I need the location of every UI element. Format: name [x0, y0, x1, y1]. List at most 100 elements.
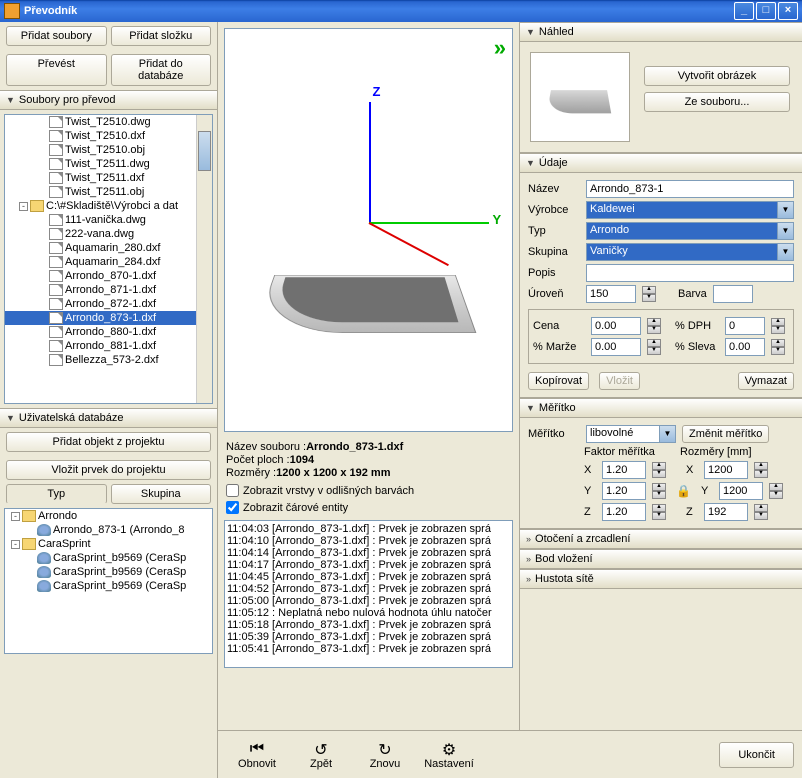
files-tree[interactable]: Twist_T2510.dwgTwist_T2510.dxfTwist_T251… — [4, 114, 213, 404]
name-input[interactable] — [586, 180, 794, 198]
props-header[interactable]: ▼Údaje — [520, 153, 802, 173]
maximize-button[interactable]: □ — [756, 2, 776, 20]
viewport-3d[interactable]: » Z Y — [224, 28, 513, 432]
db-tree[interactable]: -ArrondoArrondo_873-1 (Arrondo_8-CaraSpr… — [4, 508, 213, 654]
from-file-button[interactable]: Ze souboru... — [644, 92, 790, 112]
lock-icon[interactable]: 🔒 — [672, 484, 695, 498]
thumbnail — [530, 52, 630, 142]
add-files-button[interactable]: Přidat soubory — [6, 26, 107, 46]
file-item[interactable]: Aquamarin_280.dxf — [5, 241, 212, 255]
title-bar: Převodník _ □ × — [0, 0, 802, 22]
delete-button[interactable]: Vymazat — [738, 372, 794, 390]
undo-button[interactable]: ↺Zpět — [290, 735, 352, 775]
tab-skupina[interactable]: Skupina — [111, 484, 212, 504]
scale-select[interactable]: libovolné▼ — [586, 425, 676, 443]
margin-input[interactable] — [591, 338, 641, 356]
chevron-down-icon: ▼ — [777, 244, 793, 260]
log-line: 11:05:39 [Arrondo_873-1.dxf] : Prvek je … — [227, 631, 510, 643]
redo-button[interactable]: ↻Znovu — [354, 735, 416, 775]
axis-y — [369, 222, 489, 224]
chevron-down-icon: ▼ — [526, 158, 535, 168]
exit-button[interactable]: Ukončit — [719, 742, 794, 768]
log-line: 11:05:18 [Arrondo_873-1.dxf] : Prvek je … — [227, 619, 510, 631]
db-item[interactable]: -CaraSprint — [5, 537, 212, 551]
type-select[interactable]: Arrondo▼ — [586, 222, 794, 240]
add-to-db-button[interactable]: Přidat do databáze — [111, 54, 212, 86]
fy-input[interactable] — [602, 482, 646, 500]
refresh-button[interactable]: ⏮Obnovit — [226, 735, 288, 775]
dx-input[interactable] — [704, 461, 748, 479]
files-panel-header[interactable]: ▼Soubory pro převod — [0, 90, 217, 110]
add-folder-button[interactable]: Přidat složku — [111, 26, 212, 46]
insertion-header[interactable]: »Bod vložení — [520, 549, 802, 569]
create-image-button[interactable]: Vytvořit obrázek — [644, 66, 790, 86]
settings-button[interactable]: ⚙Nastavení — [418, 735, 480, 775]
log-line: 11:05:00 [Arrondo_873-1.dxf] : Prvek je … — [227, 595, 510, 607]
db-item[interactable]: CaraSprint_b9569 (CeraSp — [5, 565, 212, 579]
disc-input[interactable] — [725, 338, 765, 356]
chevron-down-icon: ▼ — [526, 27, 535, 37]
file-item[interactable]: Twist_T2510.dwg — [5, 115, 212, 129]
file-item[interactable]: Arrondo_870-1.dxf — [5, 269, 212, 283]
next-icon[interactable]: » — [494, 35, 506, 61]
log-line: 11:04:17 [Arrondo_873-1.dxf] : Prvek je … — [227, 559, 510, 571]
scale-header[interactable]: ▼Měřítko — [520, 398, 802, 418]
gear-icon: ⚙ — [442, 740, 456, 758]
file-item[interactable]: Arrondo_873-1.dxf — [5, 311, 212, 325]
log-line: 11:04:10 [Arrondo_873-1.dxf] : Prvek je … — [227, 535, 510, 547]
level-input[interactable] — [586, 285, 636, 303]
chevron-down-icon: ▼ — [6, 95, 15, 105]
file-item[interactable]: 111-vanička.dwg — [5, 213, 212, 227]
minimize-button[interactable]: _ — [734, 2, 754, 20]
fz-input[interactable] — [602, 503, 646, 521]
file-info: Název souboru :Arrondo_873-1.dxf Počet p… — [218, 438, 519, 482]
convert-button[interactable]: Převést — [6, 54, 107, 86]
file-item[interactable]: Twist_T2510.dxf — [5, 129, 212, 143]
log-line: 11:04:03 [Arrondo_873-1.dxf] : Prvek je … — [227, 523, 510, 535]
rotation-header[interactable]: »Otočení a zrcadlení — [520, 529, 802, 549]
chevron-right-icon: » — [526, 574, 531, 584]
log-output[interactable]: 11:04:03 [Arrondo_873-1.dxf] : Prvek je … — [224, 520, 513, 668]
db-item[interactable]: -Arrondo — [5, 509, 212, 523]
file-item[interactable]: Arrondo_881-1.dxf — [5, 339, 212, 353]
group-select[interactable]: Vaničky▼ — [586, 243, 794, 261]
file-item[interactable]: Arrondo_880-1.dxf — [5, 325, 212, 339]
desc-input[interactable] — [586, 264, 794, 282]
show-layers-checkbox[interactable]: Zobrazit vrstvy v odlišných barvách — [226, 484, 511, 497]
chevron-down-icon: ▼ — [659, 426, 675, 442]
mesh-header[interactable]: »Hustota sítě — [520, 569, 802, 589]
maker-select[interactable]: Kaldewei▼ — [586, 201, 794, 219]
fx-input[interactable] — [602, 461, 646, 479]
change-scale-button[interactable]: Změnit měřítko — [682, 425, 769, 443]
add-object-button[interactable]: Přidat objekt z projektu — [6, 432, 211, 452]
chevron-down-icon: ▼ — [777, 223, 793, 239]
scrollbar[interactable] — [196, 115, 212, 403]
file-item[interactable]: Twist_T2511.obj — [5, 185, 212, 199]
file-item[interactable]: -C:\#Skladiště\Výrobci a dat — [5, 199, 212, 213]
db-item[interactable]: Arrondo_873-1 (Arrondo_8 — [5, 523, 212, 537]
file-item[interactable]: Aquamarin_284.dxf — [5, 255, 212, 269]
dy-input[interactable] — [719, 482, 763, 500]
dz-input[interactable] — [704, 503, 748, 521]
file-item[interactable]: Twist_T2511.dwg — [5, 157, 212, 171]
copy-button[interactable]: Kopírovat — [528, 372, 589, 390]
tab-typ[interactable]: Typ — [6, 484, 107, 504]
file-item[interactable]: Twist_T2510.obj — [5, 143, 212, 157]
paste-button[interactable]: Vložit — [599, 372, 640, 390]
level-spinner[interactable]: ▲▼ — [642, 286, 656, 302]
db-item[interactable]: CaraSprint_b9569 (CeraSp — [5, 551, 212, 565]
price-input[interactable] — [591, 317, 641, 335]
close-button[interactable]: × — [778, 2, 798, 20]
vat-input[interactable] — [725, 317, 765, 335]
file-item[interactable]: 222-vana.dwg — [5, 227, 212, 241]
file-item[interactable]: Arrondo_871-1.dxf — [5, 283, 212, 297]
color-swatch[interactable] — [713, 285, 753, 303]
preview-header[interactable]: ▼Náhled — [520, 22, 802, 42]
insert-object-button[interactable]: Vložit prvek do projektu — [6, 460, 211, 480]
show-lines-checkbox[interactable]: Zobrazit čárové entity — [226, 501, 511, 514]
file-item[interactable]: Bellezza_573-2.dxf — [5, 353, 212, 367]
db-item[interactable]: CaraSprint_b9569 (CeraSp — [5, 579, 212, 593]
file-item[interactable]: Twist_T2511.dxf — [5, 171, 212, 185]
file-item[interactable]: Arrondo_872-1.dxf — [5, 297, 212, 311]
db-panel-header[interactable]: ▼Uživatelská databáze — [0, 408, 217, 428]
